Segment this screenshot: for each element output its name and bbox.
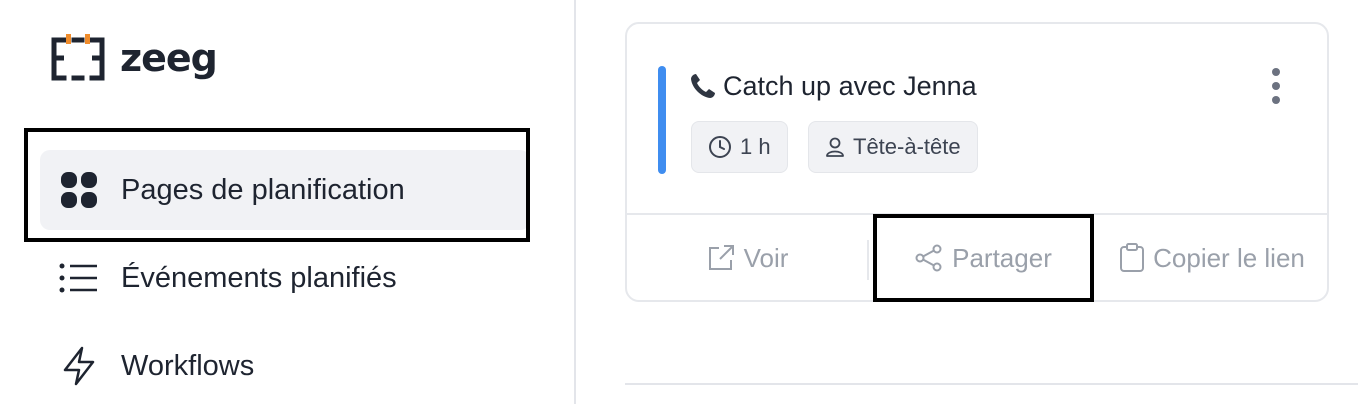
external-link-icon: [708, 245, 734, 270]
grid-icon: [58, 169, 100, 211]
sidebar: zeeg Pages de planification Événements p: [0, 0, 576, 404]
sidebar-item-label: Pages de planification: [121, 173, 405, 206]
event-title: Catch up avec Jenna: [689, 68, 977, 104]
calendar-logo-icon: [51, 34, 105, 81]
clipboard-icon: [1120, 243, 1145, 272]
sidebar-item-label: Événements planifiés: [121, 261, 397, 294]
phone-icon: [689, 72, 717, 100]
share-button[interactable]: Partager: [877, 216, 1089, 300]
more-options-button[interactable]: [1269, 68, 1283, 104]
kebab-dot: [1272, 68, 1280, 76]
duration-chip: 1 h: [691, 121, 788, 173]
content-divider: [625, 383, 1358, 385]
user-icon: [826, 137, 844, 157]
copy-link-button[interactable]: Copier le lien: [1097, 216, 1327, 300]
list-icon: [58, 257, 100, 299]
view-button[interactable]: Voir: [627, 216, 867, 300]
logo-text: zeeg: [120, 36, 218, 80]
kebab-dot: [1272, 82, 1280, 90]
meeting-type-label: Tête-à-tête: [853, 134, 961, 159]
sidebar-item-pages-de-planification[interactable]: Pages de planification: [40, 150, 530, 230]
meeting-type-chip: Tête-à-tête: [808, 121, 978, 173]
sidebar-item-workflows[interactable]: Workflows: [40, 326, 530, 406]
view-label: Voir: [743, 242, 789, 273]
event-title-text: Catch up avec Jenna: [723, 70, 977, 101]
card-accent-bar: [658, 66, 666, 174]
zeeg-logo[interactable]: zeeg: [50, 32, 218, 84]
clock-icon: [709, 136, 731, 158]
sidebar-item-label: Workflows: [121, 349, 255, 382]
duration-label: 1 h: [740, 134, 771, 159]
share-icon: [915, 244, 942, 272]
copy-link-label: Copier le lien: [1153, 242, 1305, 273]
card-divider: [627, 213, 1327, 215]
kebab-dot: [1272, 96, 1280, 104]
sidebar-item-evenements-planifies[interactable]: Événements planifiés: [40, 238, 530, 318]
share-label: Partager: [952, 242, 1052, 273]
event-card[interactable]: Catch up avec Jenna 1 h Tête-à-tête Voir: [625, 22, 1329, 302]
lightning-icon: [58, 345, 100, 387]
action-separator: [867, 240, 869, 280]
